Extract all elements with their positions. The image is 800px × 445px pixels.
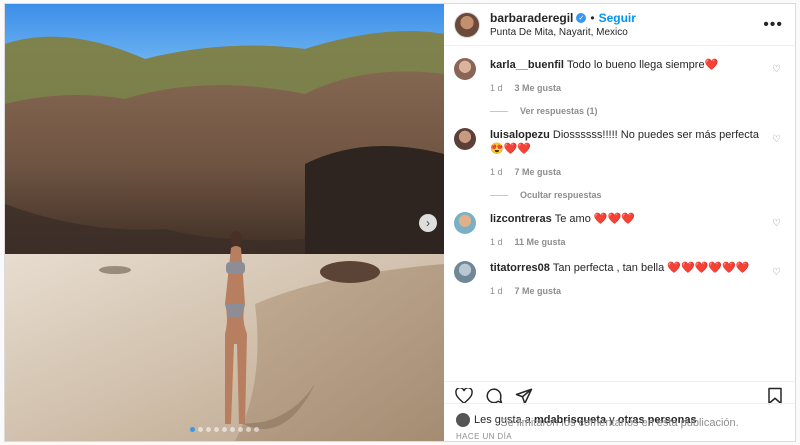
comment-time: 1 d (490, 167, 503, 177)
comment-body: titatorres08 Tan perfecta , tan bella ❤️❤… (490, 261, 783, 298)
comment-meta: 1 d 7 Me gusta (490, 284, 767, 298)
comment-text: Te amo ❤️❤️❤️ (554, 213, 635, 225)
comment-likes[interactable]: 7 Me gusta (515, 284, 562, 298)
comments-list[interactable]: karla__buenfil Todo lo bueno llega siempr… (444, 46, 795, 381)
post-photo[interactable]: › (5, 4, 444, 441)
view-replies-link[interactable]: Ver respuestas (1) (490, 106, 783, 116)
comment-item: lizcontreras Te amo ❤️❤️❤️ 1 d 11 Me gusta… (454, 200, 783, 249)
header-separator: • (590, 11, 595, 25)
carousel-dot (254, 427, 259, 432)
verified-badge-icon: ✓ (576, 13, 587, 23)
carousel-next-button[interactable]: › (419, 214, 437, 232)
comment-time: 1 d (490, 286, 503, 296)
carousel-indicator (5, 427, 444, 432)
post-sidebar: barbaraderegil ✓ • Seguir Punta De Mita,… (444, 4, 795, 441)
author-info: barbaraderegil ✓ • Seguir Punta De Mita,… (490, 11, 763, 38)
comment-item: karla__buenfil Todo lo bueno llega siempr… (454, 46, 783, 95)
page-background: › barbaraderegil ✓ • Seguir Punta De Mit… (0, 0, 800, 445)
comment-likes[interactable]: 7 Me gusta (515, 165, 562, 179)
comment-likes[interactable]: 11 Me gusta (515, 235, 566, 249)
comment-meta: 1 d 3 Me gusta (490, 81, 767, 95)
comment-like-heart-icon[interactable]: ♡ (772, 218, 781, 229)
comments-limited-notice: Se limitaron los comentarios en esta pub… (444, 403, 795, 441)
comment-username[interactable]: titatorres08 (490, 262, 550, 274)
carousel-dot (230, 427, 235, 432)
comment-time: 1 d (490, 83, 503, 93)
comment-username[interactable]: karla__buenfil (490, 59, 564, 71)
comment-like-heart-icon[interactable]: ♡ (772, 64, 781, 75)
post-header: barbaraderegil ✓ • Seguir Punta De Mita,… (444, 4, 795, 46)
carousel-dot (246, 427, 251, 432)
carousel-dot (238, 427, 243, 432)
comment-text: Todo lo bueno llega siempre❤️ (566, 59, 719, 71)
carousel-dot (206, 427, 211, 432)
carousel-dot (214, 427, 219, 432)
comment-like-heart-icon[interactable]: ♡ (772, 267, 781, 278)
comment-item: luisalopezu Diossssss!!!!! No puedes ser … (454, 116, 783, 179)
commenter-avatar[interactable] (454, 58, 476, 80)
carousel-dot (222, 427, 227, 432)
commenter-avatar[interactable] (454, 128, 476, 150)
post-modal: › barbaraderegil ✓ • Seguir Punta De Mit… (4, 3, 796, 442)
post-location[interactable]: Punta De Mita, Nayarit, Mexico (490, 27, 763, 38)
more-options-icon[interactable]: ••• (763, 16, 783, 34)
comment-body: luisalopezu Diossssss!!!!! No puedes ser … (490, 128, 783, 179)
carousel-dot (198, 427, 203, 432)
comment-text: Tan perfecta , tan bella ❤️❤️❤️❤️❤️❤️ (552, 262, 750, 274)
comment-username[interactable]: luisalopezu (490, 129, 550, 141)
comment-time: 1 d (490, 237, 503, 247)
carousel-dot (190, 427, 195, 432)
hide-replies-link[interactable]: Ocultar respuestas (490, 190, 783, 200)
author-avatar[interactable] (454, 11, 480, 38)
follow-button[interactable]: Seguir (599, 11, 636, 25)
comment-likes[interactable]: 3 Me gusta (515, 81, 562, 95)
beach-photo-illustration (5, 4, 444, 441)
commenter-avatar[interactable] (454, 212, 476, 234)
author-row: barbaraderegil ✓ • Seguir (490, 11, 763, 25)
comment-meta: 1 d 7 Me gusta (490, 165, 767, 179)
comment-body: lizcontreras Te amo ❤️❤️❤️ 1 d 11 Me gusta (490, 212, 783, 249)
comment-username[interactable]: lizcontreras (490, 213, 552, 225)
author-username[interactable]: barbaraderegil (490, 11, 573, 25)
comment-body: karla__buenfil Todo lo bueno llega siempr… (490, 58, 783, 95)
comment-item: titatorres08 Tan perfecta , tan bella ❤️❤… (454, 249, 783, 298)
comment-like-heart-icon[interactable]: ♡ (772, 134, 781, 145)
comment-meta: 1 d 11 Me gusta (490, 235, 767, 249)
commenter-avatar[interactable] (454, 261, 476, 283)
